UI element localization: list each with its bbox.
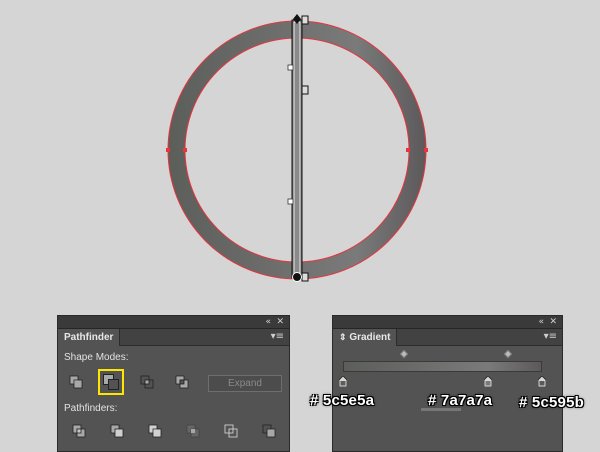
- annotator-origin-circle: [292, 272, 302, 282]
- collapse-icon[interactable]: «: [538, 316, 544, 329]
- gradient-panel-topbar[interactable]: « ✕: [333, 316, 562, 329]
- exclude-button[interactable]: [171, 371, 193, 393]
- gradient-tabbar: ⇕ Gradient ▾≡: [333, 329, 562, 346]
- crop-icon: [186, 424, 200, 438]
- stop-hex-label-1: # 5c5e5a: [310, 392, 375, 409]
- pathfinder-panel-topbar[interactable]: « ✕: [58, 316, 289, 329]
- gradient-slider[interactable]: [343, 361, 542, 372]
- stop-hex-label-2: # 7a7a7a: [428, 392, 493, 409]
- anchor-point-right: [424, 148, 428, 152]
- minus-back-icon: [262, 424, 276, 438]
- minus-front-button[interactable]: [98, 369, 124, 395]
- merge-button[interactable]: [144, 420, 166, 442]
- gradient-panel: « ✕ ⇕ Gradient ▾≡: [332, 315, 563, 452]
- close-icon[interactable]: ✕: [276, 316, 284, 329]
- intersect-button[interactable]: [136, 371, 158, 393]
- expand-button[interactable]: Expand: [208, 375, 282, 392]
- pathfinders-label: Pathfinders:: [64, 403, 118, 414]
- panel-menu-icon[interactable]: ▾≡: [544, 331, 557, 343]
- panel-menu-icon[interactable]: ▾≡: [271, 331, 284, 343]
- intersect-icon: [140, 375, 154, 389]
- minus-back-button[interactable]: [258, 420, 280, 442]
- anchor-point-inner-left: [183, 148, 187, 152]
- unite-icon: [69, 375, 83, 389]
- collapse-icon[interactable]: «: [265, 316, 271, 329]
- unite-button[interactable]: [65, 371, 87, 393]
- annotator-stop-mid: [301, 85, 309, 95]
- stop-hex-label-3: # 5c595b: [519, 394, 584, 411]
- crop-button[interactable]: [182, 420, 204, 442]
- gradient-stop[interactable]: [537, 374, 547, 388]
- exclude-icon: [175, 375, 189, 389]
- gradient-stop[interactable]: [338, 374, 348, 388]
- bbox-handle-bottom: [287, 198, 294, 205]
- divide-button[interactable]: [68, 420, 90, 442]
- shape-modes-label: Shape Modes:: [64, 352, 129, 363]
- outline-button[interactable]: [220, 420, 242, 442]
- tab-gradient-label: Gradient: [349, 332, 391, 343]
- midpoint-diamond-1[interactable]: [399, 349, 409, 359]
- anchor-point-inner-right: [406, 148, 410, 152]
- minus-front-icon: [103, 374, 119, 390]
- trim-icon: [110, 424, 124, 438]
- annotator-stop-bottom: [301, 272, 309, 282]
- close-icon[interactable]: ✕: [549, 316, 557, 329]
- gradient-stop[interactable]: [483, 374, 493, 388]
- divide-icon: [72, 424, 86, 438]
- midpoint-diamond-2[interactable]: [503, 349, 513, 359]
- merge-icon: [148, 424, 162, 438]
- artboard: [0, 0, 600, 300]
- tab-gradient[interactable]: ⇕ Gradient: [333, 329, 398, 346]
- bbox-handle-top: [287, 64, 294, 71]
- pathfinder-panel: « ✕ Pathfinder ▾≡ Shape Modes: Expand Pa…: [57, 315, 290, 452]
- ring-artwork[interactable]: [0, 0, 600, 300]
- annotator-stop-top: [301, 15, 309, 25]
- pathfinder-tabbar: Pathfinder ▾≡: [58, 329, 289, 346]
- tab-pathfinder[interactable]: Pathfinder: [58, 329, 121, 346]
- anchor-point-left: [166, 148, 170, 152]
- trim-button[interactable]: [106, 420, 128, 442]
- outline-icon: [224, 424, 238, 438]
- tab-toggle-icon: ⇕: [339, 332, 347, 342]
